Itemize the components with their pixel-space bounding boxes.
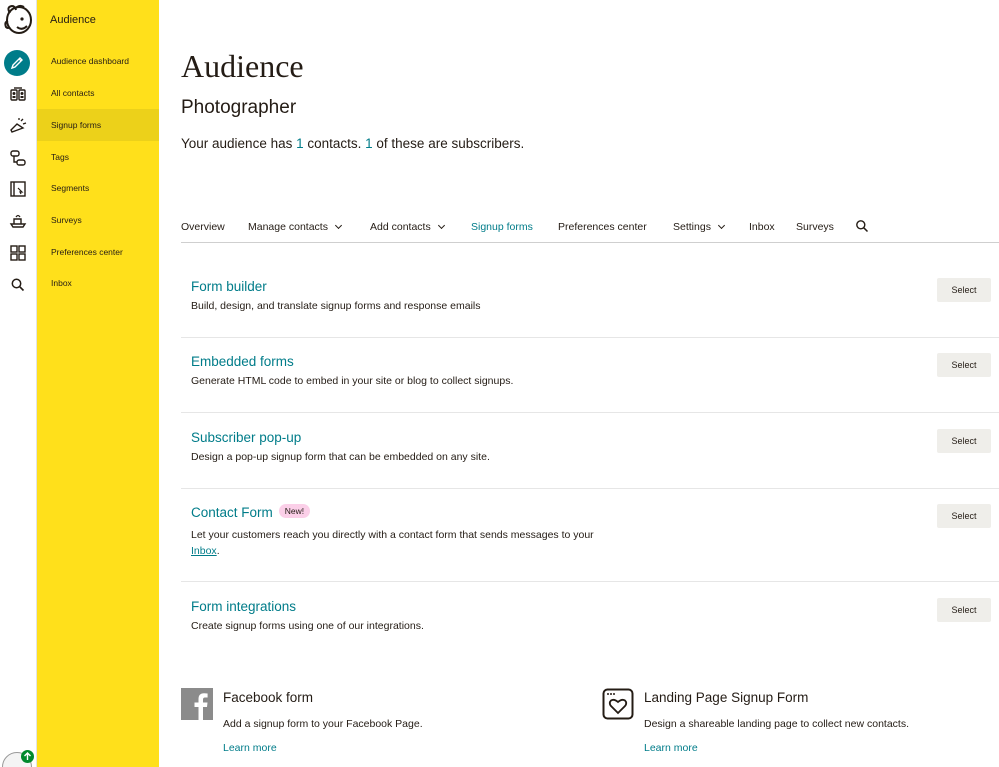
form-row-form-integrations: Form integrations Create signup forms us… (181, 582, 999, 658)
subscriber-popup-select-button[interactable]: Select (937, 429, 991, 453)
tab-settings[interactable]: Settings (673, 221, 725, 233)
audience-summary: Your audience has 1 contacts. 1 of these… (181, 136, 525, 151)
form-row-embedded-forms: Embedded forms Generate HTML code to emb… (181, 338, 999, 413)
audience-name: Photographer (181, 97, 297, 118)
upgrade-badge-icon[interactable] (21, 750, 34, 763)
form-row-subscriber-popup: Subscriber pop-up Design a pop-up signup… (181, 413, 999, 489)
contact-form-description: Let your customers reach you directly wi… (191, 529, 594, 557)
subnav-item-inbox[interactable]: Inbox (37, 267, 159, 299)
landing-page-learn-more[interactable]: Learn more (644, 742, 698, 754)
subnav-item-signup-forms[interactable]: Signup forms (37, 109, 159, 141)
chevron-down-icon (717, 221, 725, 230)
tab-add-contacts[interactable]: Add contacts (370, 221, 445, 233)
facebook-form-title: Facebook form (223, 690, 314, 705)
embedded-forms-description: Generate HTML code to embed in your site… (191, 375, 514, 387)
new-badge: New! (278, 504, 311, 519)
integrations-icon[interactable] (6, 209, 30, 233)
mailchimp-logo-icon[interactable] (3, 3, 34, 36)
form-row-form-builder: Form builder Build, design, and translat… (181, 263, 999, 338)
form-integrations-description: Create signup forms using one of our int… (191, 620, 424, 632)
subnav-item-tags[interactable]: Tags (37, 141, 159, 173)
subnav-item-segments[interactable]: Segments (37, 172, 159, 204)
tab-overview[interactable]: Overview (181, 221, 225, 233)
contact-form-title-wrap: Contact Form New! (191, 504, 311, 520)
contact-form-select-button[interactable]: Select (937, 504, 991, 528)
automations-icon[interactable] (6, 146, 30, 170)
campaigns-icon[interactable] (6, 114, 30, 138)
page-title: Audience (181, 48, 304, 84)
embedded-forms-link[interactable]: Embedded forms (191, 354, 294, 369)
subnav-item-audience-dashboard[interactable]: Audience dashboard (37, 45, 159, 77)
form-builder-link[interactable]: Form builder (191, 279, 267, 294)
contact-form-link[interactable]: Contact Form (191, 505, 273, 520)
chevron-down-icon (437, 221, 445, 230)
form-row-contact-form: Contact Form New! Let your customers reac… (181, 489, 999, 582)
contacts-count[interactable]: 1 (296, 136, 304, 151)
landing-page-description: Design a shareable landing page to colle… (644, 718, 910, 730)
tab-manage-contacts[interactable]: Manage contacts (248, 221, 343, 233)
tab-signup-forms[interactable]: Signup forms (471, 221, 533, 233)
tabs-search-icon[interactable] (855, 219, 869, 233)
subnav-item-preferences-center[interactable]: Preferences center (37, 236, 159, 268)
audience-tabs: Overview Manage contacts Add contacts Si… (181, 212, 999, 243)
subnav-item-surveys[interactable]: Surveys (37, 204, 159, 236)
facebook-form-description: Add a signup form to your Facebook Page. (223, 718, 423, 730)
create-button[interactable] (4, 50, 30, 76)
facebook-icon (181, 688, 213, 720)
subnav-title: Audience (50, 14, 96, 26)
facebook-form-learn-more[interactable]: Learn more (223, 742, 277, 754)
form-builder-select-button[interactable]: Select (937, 278, 991, 302)
search-icon[interactable] (6, 273, 30, 297)
main-content: Audience Photographer Your audience has … (159, 0, 999, 767)
icon-rail (0, 0, 37, 767)
subscriber-popup-link[interactable]: Subscriber pop-up (191, 430, 301, 445)
website-icon[interactable] (6, 177, 30, 201)
subnav-item-all-contacts[interactable]: All contacts (37, 77, 159, 109)
form-integrations-select-button[interactable]: Select (937, 598, 991, 622)
tab-preferences-center[interactable]: Preferences center (558, 221, 647, 233)
subscribers-count[interactable]: 1 (365, 136, 373, 151)
landing-page-title: Landing Page Signup Form (644, 690, 809, 705)
audience-icon[interactable] (6, 82, 30, 106)
form-integrations-link[interactable]: Form integrations (191, 599, 296, 614)
grid-icon[interactable] (6, 241, 30, 265)
landing-page-heart-icon (602, 688, 634, 720)
audience-subnav: Audience Audience dashboard All contacts… (37, 0, 159, 767)
tab-inbox[interactable]: Inbox (749, 221, 775, 233)
inbox-link[interactable]: Inbox (191, 545, 217, 557)
tab-surveys[interactable]: Surveys (796, 221, 834, 233)
pencil-icon (10, 57, 23, 70)
subscriber-popup-description: Design a pop-up signup form that can be … (191, 451, 490, 463)
embedded-forms-select-button[interactable]: Select (937, 353, 991, 377)
form-builder-description: Build, design, and translate signup form… (191, 300, 481, 312)
chevron-down-icon (334, 221, 343, 230)
